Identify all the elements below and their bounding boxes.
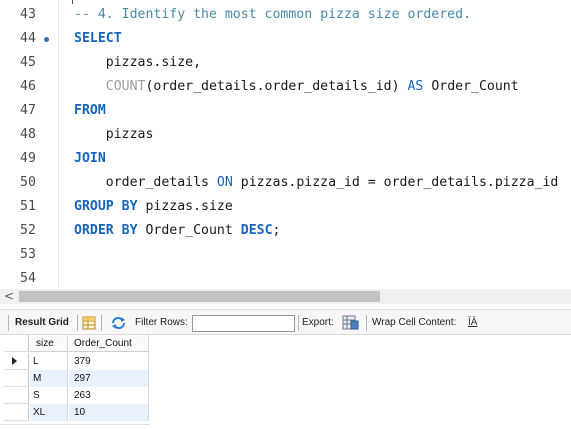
code-token: SELECT xyxy=(74,31,122,46)
code-text[interactable]: -- 4. Identify the most common pizza siz… xyxy=(74,3,471,27)
filter-rows-input[interactable] xyxy=(192,315,295,332)
cell-size[interactable]: XL xyxy=(30,404,68,421)
sql-editor[interactable]: 43 -- 4. Identify the most common pizza s… xyxy=(0,0,571,289)
row-header[interactable] xyxy=(4,353,29,370)
wrap-cell-content-label: Wrap Cell Content: xyxy=(372,317,457,328)
code-token: ; xyxy=(272,223,281,238)
line-number: 48 xyxy=(20,127,36,142)
code-token: pizzas.size, xyxy=(74,55,202,70)
code-token: pizzas.pizza_id = order_details.pizza_id xyxy=(232,175,559,190)
code-token: pizzas xyxy=(74,127,154,142)
grid-view-icon[interactable] xyxy=(82,310,96,336)
scrollbar-thumb[interactable] xyxy=(19,291,380,302)
code-token: FROM xyxy=(74,103,106,118)
code-text[interactable]: GROUP BY pizzas.size xyxy=(74,195,233,219)
cell-order-count[interactable]: 297 xyxy=(69,370,149,387)
code-text[interactable]: COUNT(order_details.order_details_id) AS… xyxy=(74,75,519,99)
column-header-size[interactable]: size xyxy=(30,335,68,352)
row-header[interactable] xyxy=(4,404,29,421)
code-token: COUNT xyxy=(105,79,146,94)
line-number: 53 xyxy=(20,247,36,262)
cell-size[interactable]: L xyxy=(30,353,68,370)
code-line[interactable]: 45 pizzas.size, xyxy=(0,51,571,75)
statement-marker-icon[interactable] xyxy=(44,37,49,42)
line-number: 45 xyxy=(20,55,36,70)
wrap-cell-icon[interactable]: ĪĀ xyxy=(468,310,477,336)
code-token: -- 4. Identify the most common pizza siz… xyxy=(74,7,471,22)
code-text[interactable]: SELECT xyxy=(74,27,122,51)
code-token: Order_Count xyxy=(423,79,519,94)
code-line[interactable]: 50 order_details ON pizzas.pizza_id = or… xyxy=(0,171,571,195)
table-row[interactable]: XL 10 xyxy=(0,404,150,421)
table-row[interactable]: L 379 xyxy=(0,353,150,370)
code-line[interactable]: 49 JOIN xyxy=(0,147,571,171)
code-text[interactable]: pizzas.size, xyxy=(74,51,201,75)
code-token: Order_Count xyxy=(137,223,241,238)
code-text[interactable]: ORDER BY Order_Count DESC; xyxy=(74,219,280,243)
code-line[interactable]: 48 pizzas xyxy=(0,123,571,147)
code-token: DESC xyxy=(240,223,273,238)
toolbar-grip xyxy=(8,315,9,331)
code-line[interactable]: 54 xyxy=(0,267,571,289)
line-number: 54 xyxy=(20,271,36,286)
line-number: 50 xyxy=(20,175,36,190)
line-number: 52 xyxy=(20,223,36,238)
code-line[interactable]: 52 ORDER BY Order_Count DESC; xyxy=(0,219,571,243)
line-number: 46 xyxy=(20,79,36,94)
table-row[interactable]: S 263 xyxy=(0,387,150,404)
code-line[interactable]: 51 GROUP BY pizzas.size xyxy=(0,195,571,219)
column-header-order-count[interactable]: Order_Count xyxy=(69,335,149,352)
toolbar-divider xyxy=(298,315,299,331)
code-token: (order_details.order_details_id) xyxy=(145,79,408,94)
toolbar-divider xyxy=(101,315,102,331)
code-line[interactable]: 43 -- 4. Identify the most common pizza s… xyxy=(0,3,571,27)
row-header[interactable] xyxy=(4,370,29,387)
cell-order-count[interactable]: 263 xyxy=(69,387,149,404)
code-token: JOIN xyxy=(74,151,106,166)
export-label: Export: xyxy=(302,317,334,328)
code-token: ORDER BY xyxy=(74,223,138,238)
scroll-left-icon[interactable]: < xyxy=(2,289,16,304)
result-grid[interactable]: size Order_Count L 379 M 297 S 263 XL 10 xyxy=(0,335,571,429)
line-number: 51 xyxy=(20,199,36,214)
cell-order-count[interactable]: 10 xyxy=(69,404,149,421)
row-header[interactable] xyxy=(4,387,29,404)
current-row-arrow-icon xyxy=(12,357,17,365)
grid-divider xyxy=(0,424,150,425)
code-line[interactable]: 44 SELECT xyxy=(0,27,571,51)
result-toolbar: Result Grid Filter Rows: Export: Wrap Ce… xyxy=(0,309,571,335)
code-line[interactable]: 53 xyxy=(0,243,571,267)
code-token: order_details xyxy=(74,175,217,190)
cell-size[interactable]: S xyxy=(30,387,68,404)
code-text[interactable]: order_details ON pizzas.pizza_id = order… xyxy=(74,171,559,195)
code-text[interactable]: pizzas xyxy=(74,123,154,147)
export-icon[interactable] xyxy=(342,310,359,336)
filter-rows-label: Filter Rows: xyxy=(135,317,188,328)
result-grid-tab[interactable]: Result Grid xyxy=(15,310,69,336)
row-header-corner[interactable] xyxy=(4,335,29,352)
cell-order-count[interactable]: 379 xyxy=(69,353,149,370)
code-line[interactable]: 47 FROM xyxy=(0,99,571,123)
code-line[interactable]: 46 COUNT(order_details.order_details_id)… xyxy=(0,75,571,99)
code-text[interactable]: JOIN xyxy=(74,147,106,171)
table-row[interactable]: M 297 xyxy=(0,370,150,387)
code-text[interactable]: FROM xyxy=(74,99,106,123)
line-number: 43 xyxy=(20,7,36,22)
refresh-icon[interactable] xyxy=(110,310,127,336)
code-token: pizzas.size xyxy=(137,199,233,214)
code-token: GROUP BY xyxy=(74,199,138,214)
cell-size[interactable]: M xyxy=(30,370,68,387)
line-number: 49 xyxy=(20,151,36,166)
grid-header-row: size Order_Count xyxy=(0,335,150,352)
horizontal-scrollbar[interactable]: < xyxy=(0,289,571,304)
code-token: AS xyxy=(407,79,424,94)
toolbar-divider xyxy=(366,315,367,331)
code-token: ON xyxy=(216,175,233,190)
toolbar-divider xyxy=(77,315,78,331)
line-number: 47 xyxy=(20,103,36,118)
